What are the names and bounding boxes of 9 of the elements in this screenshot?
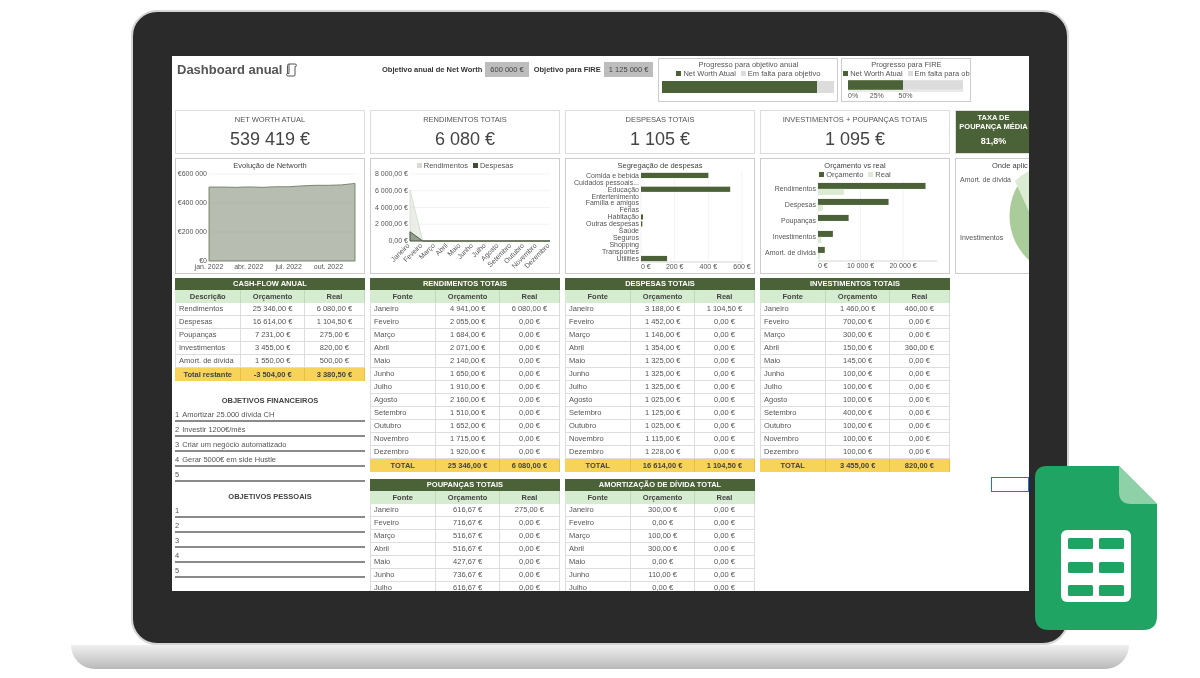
- kpi-value: 539 419 €: [229, 128, 311, 150]
- kpi-value: 81,8%: [980, 136, 1007, 146]
- spreadsheet-icon: [1035, 466, 1157, 630]
- kpi-value: 1 095 €: [824, 128, 886, 150]
- dashboard-title: Dashboard anual: [177, 62, 283, 77]
- kpi-value: 1 105 €: [629, 128, 691, 150]
- cell-cursor: [991, 477, 1029, 492]
- scroll-icon: [286, 62, 298, 77]
- kpi-value: 6 080 €: [434, 128, 496, 150]
